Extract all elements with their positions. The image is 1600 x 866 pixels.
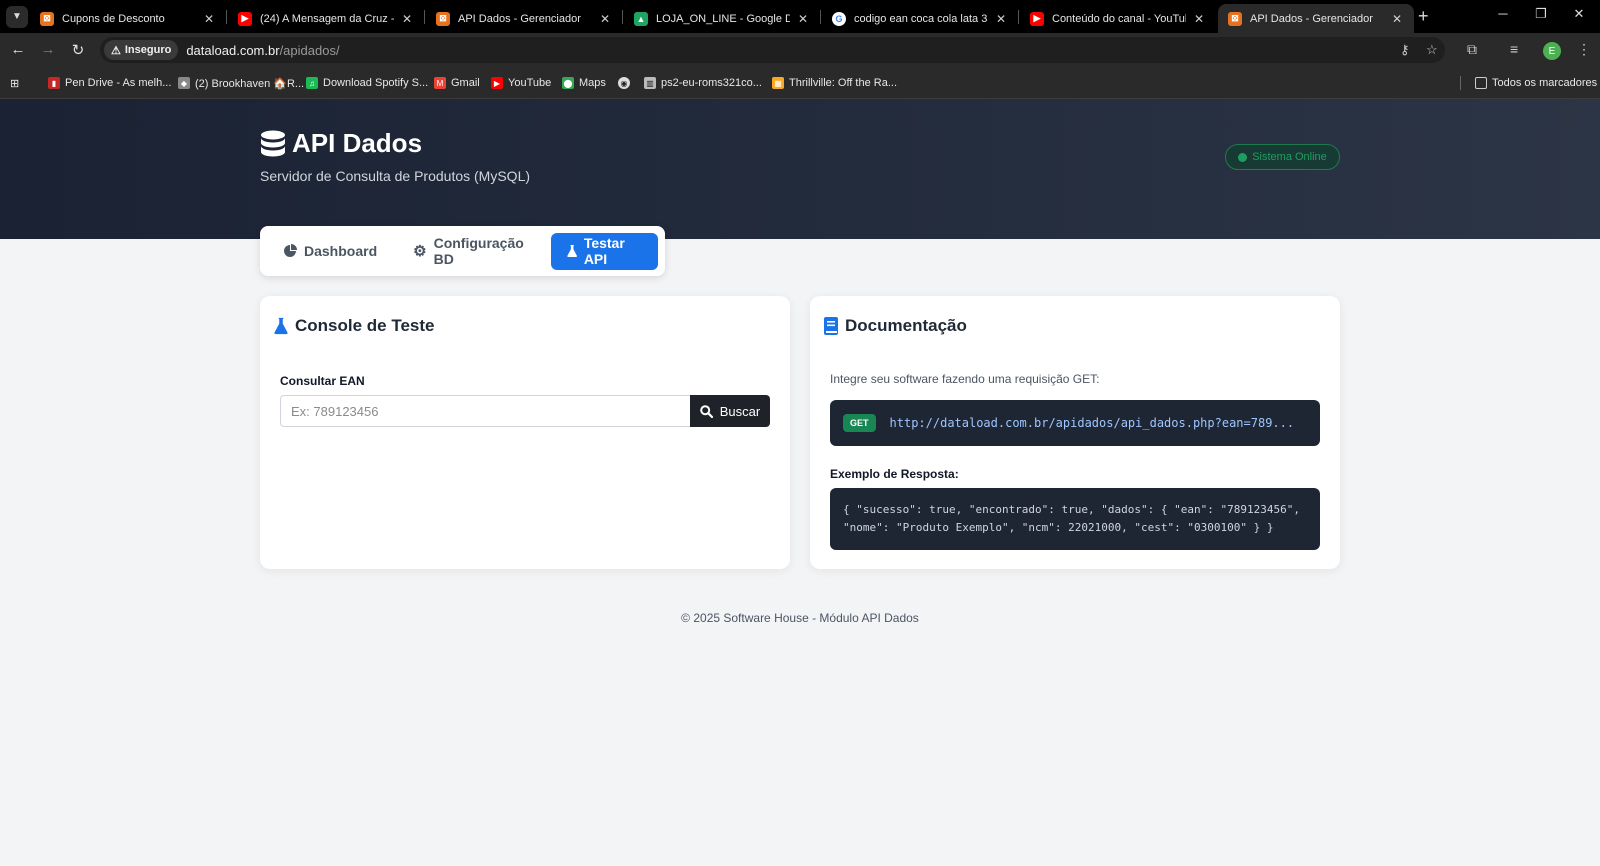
bookmark-item[interactable]: ♫ Download Spotify S... — [306, 75, 428, 91]
extensions-icon[interactable]: ⧉ — [1467, 41, 1477, 58]
close-tab-icon[interactable]: ✕ — [1390, 12, 1404, 26]
console-title: Console de Teste — [274, 316, 435, 336]
response-example-label: Exemplo de Resposta: — [830, 467, 959, 481]
bookmark-item[interactable]: ▶ YouTube — [491, 75, 551, 91]
browser-tab-active[interactable]: ⊠ API Dados - Gerenciador ✕ — [1218, 4, 1414, 33]
flask-icon — [566, 244, 577, 258]
google-drive-favicon-icon: ▲ — [634, 11, 648, 26]
close-tab-icon[interactable]: ✕ — [400, 12, 414, 26]
tab-separator — [622, 10, 623, 24]
bookmark-separator — [1460, 76, 1461, 90]
close-tab-icon[interactable]: ✕ — [202, 12, 216, 26]
tab-test-api[interactable]: Testar API — [550, 232, 658, 270]
page-footer: © 2025 Software House - Módulo API Dados — [681, 611, 919, 625]
profile-avatar[interactable]: E — [1543, 42, 1561, 60]
page-title: API Dados — [260, 128, 422, 159]
flask-icon — [274, 317, 288, 335]
documentation-card: Documentação Integre seu software fazend… — [810, 296, 1340, 569]
chevron-down-icon: ▼ — [12, 11, 22, 22]
url-field[interactable]: ⚠ Inseguro dataload.com.br/apidados/ ⚷ ☆ — [100, 37, 1445, 63]
restore-icon[interactable]: ❐ — [1531, 6, 1551, 22]
bookmark-item[interactable]: ◆ (2) Brookhaven 🏠R... — [178, 75, 304, 91]
check-circle-icon — [1238, 152, 1248, 162]
close-tab-icon[interactable]: ✕ — [994, 12, 1008, 26]
pendrive-icon: ▮ — [48, 77, 60, 89]
game-icon: ▦ — [772, 77, 784, 89]
page-header-banner — [0, 99, 1600, 239]
tab-dashboard[interactable]: Dashboard — [267, 233, 393, 270]
apps-grid-icon[interactable]: ⊞ — [10, 75, 19, 91]
close-tab-icon[interactable]: ✕ — [796, 12, 810, 26]
close-tab-icon[interactable]: ✕ — [1192, 12, 1206, 26]
url-text: dataload.com.br/apidados/ — [186, 42, 340, 58]
browser-tab[interactable]: ⊠ API Dados - Gerenciador ✕ — [426, 4, 622, 33]
search-button[interactable]: Buscar — [690, 395, 770, 427]
globe-icon: ◉ — [618, 77, 630, 89]
endpoint-url[interactable]: http://dataload.com.br/apidados/api_dado… — [890, 416, 1295, 430]
tab-search-button[interactable]: ▼ — [6, 5, 28, 28]
gmail-icon: M — [434, 77, 446, 89]
page-subtitle: Servidor de Consulta de Produtos (MySQL) — [260, 168, 531, 184]
hosting-favicon-icon: ⊠ — [40, 11, 54, 26]
browser-tab[interactable]: G codigo ean coca cola lata 350m ✕ — [822, 4, 1018, 33]
google-favicon-icon: G — [832, 11, 846, 26]
bookmark-item[interactable]: ▮ Pen Drive - As melh... — [48, 75, 171, 91]
close-tab-icon[interactable]: ✕ — [598, 12, 612, 26]
hosting-favicon-icon: ⊠ — [1228, 11, 1242, 26]
endpoint-box: GET http://dataload.com.br/apidados/api_… — [830, 400, 1320, 446]
youtube-icon: ▶ — [491, 77, 503, 89]
browser-tab[interactable]: ⊠ Cupons de Desconto ✕ — [30, 4, 226, 33]
documentation-intro: Integre seu software fazendo uma requisi… — [830, 372, 1100, 386]
ean-field-label: Consultar EAN — [280, 374, 365, 388]
bookmark-star-icon[interactable]: ☆ — [1426, 42, 1438, 58]
bookmark-item[interactable]: M Gmail — [434, 75, 480, 91]
bookmark-item[interactable]: ▥ ps2-eu-roms321co... — [644, 75, 762, 91]
security-indicator[interactable]: ⚠ Inseguro — [104, 40, 179, 60]
console-card: Console de Teste Consultar EAN Buscar — [260, 296, 790, 569]
tab-separator — [226, 10, 227, 24]
search-icon — [699, 404, 713, 418]
all-bookmarks-folder[interactable]: Todos os marcadores — [1475, 75, 1597, 91]
warning-icon: ⚠ — [111, 44, 121, 57]
browser-tab[interactable]: ▶ (24) A Mensagem da Cruz - J N ✕ — [228, 4, 424, 33]
main-nav: Dashboard ⚙ Configuração BD Testar API — [260, 226, 665, 276]
method-badge: GET — [843, 414, 876, 432]
youtube-favicon-icon: ▶ — [1030, 11, 1044, 26]
address-bar-layer: ⚠ Inseguro dataload.com.br/apidados/ ⚷ ☆ — [0, 33, 1600, 67]
tab-separator — [1018, 10, 1019, 24]
book-icon — [824, 317, 838, 335]
media-queue-icon[interactable]: ≡ — [1510, 41, 1518, 57]
building-icon: ▥ — [644, 77, 656, 89]
bookmarks-bar: ⊞ ▮ Pen Drive - As melh... ◆ (2) Brookha… — [0, 67, 1600, 99]
hosting-favicon-icon: ⊠ — [436, 11, 450, 26]
maps-icon: ⬤ — [562, 77, 574, 89]
youtube-favicon-icon: ▶ — [238, 11, 252, 26]
bookmark-item[interactable]: ▦ Thrillville: Off the Ra... — [772, 75, 897, 91]
bookmark-item[interactable]: ⬤ Maps — [562, 75, 606, 91]
tab-separator — [424, 10, 425, 24]
folder-icon — [1475, 77, 1487, 89]
tab-config-db[interactable]: ⚙ Configuração BD — [397, 233, 546, 270]
documentation-title: Documentação — [824, 316, 967, 336]
tab-separator — [820, 10, 821, 24]
minimize-icon[interactable]: ─ — [1493, 6, 1513, 21]
database-icon — [261, 130, 285, 156]
pie-chart-icon — [284, 244, 297, 257]
browser-menu-icon[interactable]: ⋮ — [1577, 41, 1591, 58]
browser-tab[interactable]: ▲ LOJA_ON_LINE - Google Drive ✕ — [624, 4, 820, 33]
gears-icon: ⚙ — [413, 243, 427, 260]
ean-input[interactable] — [280, 395, 691, 427]
spotify-icon: ♫ — [306, 77, 318, 89]
browser-tab[interactable]: ▶ Conteúdo do canal - YouTube S ✕ — [1020, 4, 1216, 33]
password-key-icon[interactable]: ⚷ — [1400, 42, 1410, 58]
new-tab-icon[interactable]: + — [1418, 6, 1429, 27]
status-badge: Sistema Online — [1225, 144, 1340, 170]
bookmark-item[interactable]: ◉ — [618, 75, 635, 91]
roblox-icon: ◆ — [178, 77, 190, 89]
close-window-icon[interactable]: ✕ — [1569, 6, 1589, 22]
response-example-code: { "sucesso": true, "encontrado": true, "… — [830, 488, 1320, 550]
